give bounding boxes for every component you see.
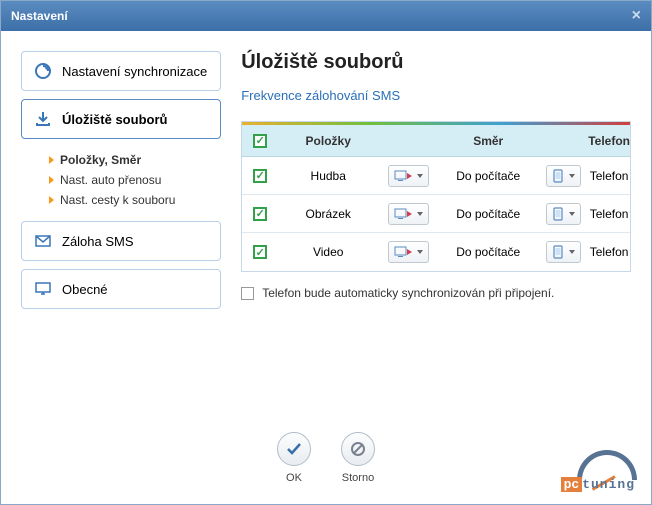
caret-icon	[569, 174, 575, 178]
sidebar-sub-items-dir[interactable]: Položky, Směr	[49, 153, 221, 167]
caret-icon	[569, 250, 575, 254]
header-phone: Telefon	[588, 134, 630, 148]
table-row: ✓ Hudba Do počítače	[242, 157, 630, 195]
download-icon	[34, 110, 52, 128]
sync-table: ✓ Položky Směr Telefon ✓ Hudba	[241, 121, 631, 272]
titlebar: Nastavení ×	[1, 1, 651, 31]
phone-icon	[552, 169, 564, 183]
header-items: Položky	[278, 134, 378, 148]
window-body: Nastavení synchronizace Úložiště souborů…	[1, 31, 651, 418]
sidebar-label-storage: Úložiště souborů	[62, 112, 167, 127]
cell-phone: Telefon	[588, 207, 630, 221]
caret-icon	[417, 174, 423, 178]
caret-icon	[417, 250, 423, 254]
content-pane: Úložiště souborů Frekvence zálohování SM…	[241, 51, 631, 408]
sidebar-sub-label: Nast. auto přenosu	[60, 173, 161, 187]
backup-frequency-link[interactable]: Frekvence zálohování SMS	[241, 88, 400, 103]
table-header: ✓ Položky Směr Telefon	[242, 125, 630, 157]
footer: OK Storno	[1, 418, 651, 504]
cell-direction: Do počítače	[438, 207, 538, 221]
arrow-icon	[49, 176, 54, 184]
to-pc-icon	[394, 169, 412, 183]
cell-phone: Telefon	[588, 169, 630, 183]
sync-icon	[34, 62, 52, 80]
cancel-circle-icon	[341, 432, 375, 466]
cell-item: Hudba	[278, 169, 378, 183]
monitor-icon	[34, 280, 52, 298]
auto-sync-checkbox[interactable]	[241, 287, 254, 300]
sidebar-label-sms: Záloha SMS	[62, 234, 134, 249]
to-pc-icon	[394, 245, 412, 259]
phone-dropdown[interactable]	[546, 241, 581, 263]
sidebar-item-general[interactable]: Obecné	[21, 269, 221, 309]
cell-item: Video	[278, 245, 378, 259]
row-checkbox[interactable]: ✓	[253, 245, 267, 259]
sidebar-subitems: Položky, Směr Nast. auto přenosu Nast. c…	[21, 147, 221, 213]
cancel-button[interactable]: Storno	[341, 432, 375, 484]
direction-dropdown[interactable]	[388, 165, 429, 187]
phone-dropdown[interactable]	[546, 203, 581, 225]
row-checkbox[interactable]: ✓	[253, 169, 267, 183]
auto-sync-label: Telefon bude automaticky synchronizován …	[262, 286, 554, 300]
cancel-label: Storno	[342, 472, 374, 484]
sidebar-item-storage[interactable]: Úložiště souborů	[21, 99, 221, 139]
check-circle-icon	[277, 432, 311, 466]
sidebar-item-sms[interactable]: Záloha SMS	[21, 221, 221, 261]
caret-icon	[569, 212, 575, 216]
caret-icon	[417, 212, 423, 216]
arrow-icon	[49, 196, 54, 204]
sidebar-label-sync: Nastavení synchronizace	[62, 64, 207, 79]
page-title: Úložiště souborů	[241, 51, 631, 74]
cell-item: Obrázek	[278, 207, 378, 221]
auto-sync-row: Telefon bude automaticky synchronizován …	[241, 286, 631, 300]
ok-button[interactable]: OK	[277, 432, 311, 484]
phone-icon	[552, 207, 564, 221]
settings-window: Nastavení × Nastavení synchronizace Úlož…	[0, 0, 652, 505]
window-title: Nastavení	[11, 9, 68, 23]
phone-dropdown[interactable]	[546, 165, 581, 187]
row-checkbox[interactable]: ✓	[253, 207, 267, 221]
ok-label: OK	[286, 472, 302, 484]
arrow-icon	[49, 156, 54, 164]
sidebar-label-general: Obecné	[62, 282, 108, 297]
envelope-icon	[34, 232, 52, 250]
sidebar-sub-auto-transfer[interactable]: Nast. auto přenosu	[49, 173, 221, 187]
sidebar-sub-file-path[interactable]: Nast. cesty k souboru	[49, 193, 221, 207]
cell-direction: Do počítače	[438, 245, 538, 259]
to-pc-icon	[394, 207, 412, 221]
phone-icon	[552, 245, 564, 259]
header-direction: Směr	[438, 134, 538, 148]
direction-dropdown[interactable]	[388, 203, 429, 225]
direction-dropdown[interactable]	[388, 241, 429, 263]
header-checkbox-cell: ✓	[242, 133, 278, 148]
sidebar-item-sync[interactable]: Nastavení synchronizace	[21, 51, 221, 91]
table-row: ✓ Obrázek Do počítače	[242, 195, 630, 233]
select-all-checkbox[interactable]: ✓	[253, 134, 267, 148]
sidebar-sub-label: Položky, Směr	[60, 153, 141, 167]
sidebar: Nastavení synchronizace Úložiště souborů…	[21, 51, 221, 408]
sidebar-sub-label: Nast. cesty k souboru	[60, 193, 175, 207]
table-row: ✓ Video Do počítače	[242, 233, 630, 271]
cell-phone: Telefon	[588, 245, 630, 259]
cell-direction: Do počítače	[438, 169, 538, 183]
close-icon[interactable]: ×	[632, 7, 641, 25]
